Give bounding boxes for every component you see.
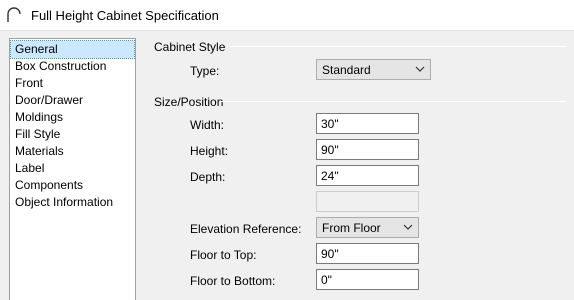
floor-to-top-label: Floor to Top: <box>190 248 257 262</box>
sidebar-item-door-drawer[interactable]: Door/Drawer <box>11 92 134 109</box>
elevation-reference-value: From Floor <box>322 221 381 235</box>
disabled-input <box>316 191 419 212</box>
height-label: Height: <box>190 144 229 158</box>
chevron-down-icon <box>403 224 413 230</box>
sidebar-item-components[interactable]: Components <box>11 177 134 194</box>
size-position-header: Size/Position <box>154 95 224 109</box>
sidebar-item-moldings[interactable]: Moldings <box>11 109 134 126</box>
height-input[interactable]: 90" <box>316 139 419 160</box>
type-select-value: Standard <box>322 63 371 77</box>
depth-label: Depth: <box>190 170 226 184</box>
floor-to-top-input[interactable]: 90" <box>316 243 419 264</box>
title-bar: Full Height Cabinet Specification <box>0 0 574 31</box>
floor-to-bottom-label: Floor to Bottom: <box>190 274 276 288</box>
width-label: Width: <box>190 118 225 132</box>
cabinet-style-header: Cabinet Style <box>154 40 226 54</box>
sidebar-item-materials[interactable]: Materials <box>11 143 134 160</box>
elevation-reference-label: Elevation Reference: <box>190 222 302 236</box>
type-select[interactable]: Standard <box>316 59 431 80</box>
cabinet-style-divider <box>230 46 566 47</box>
chevron-down-icon <box>415 66 425 72</box>
sidebar-item-general[interactable]: General <box>10 40 135 59</box>
sidebar-item-object-information[interactable]: Object Information <box>11 194 134 211</box>
floor-to-bottom-input[interactable]: 0" <box>316 269 419 290</box>
width-input[interactable]: 30" <box>316 113 419 134</box>
sidebar-item-front[interactable]: Front <box>11 75 134 92</box>
sidebar-item-box-construction[interactable]: Box Construction <box>11 58 134 75</box>
window-title: Full Height Cabinet Specification <box>31 8 219 23</box>
category-list[interactable]: General Box Construction Front Door/Draw… <box>9 38 136 300</box>
elevation-reference-select[interactable]: From Floor <box>316 217 419 238</box>
sidebar-item-fill-style[interactable]: Fill Style <box>11 126 134 143</box>
size-position-divider <box>221 101 566 102</box>
depth-input[interactable]: 24" <box>316 165 419 186</box>
type-label: Type: <box>190 64 220 78</box>
cabinet-arc-icon <box>7 7 21 22</box>
sidebar-item-label[interactable]: Label <box>11 160 134 177</box>
